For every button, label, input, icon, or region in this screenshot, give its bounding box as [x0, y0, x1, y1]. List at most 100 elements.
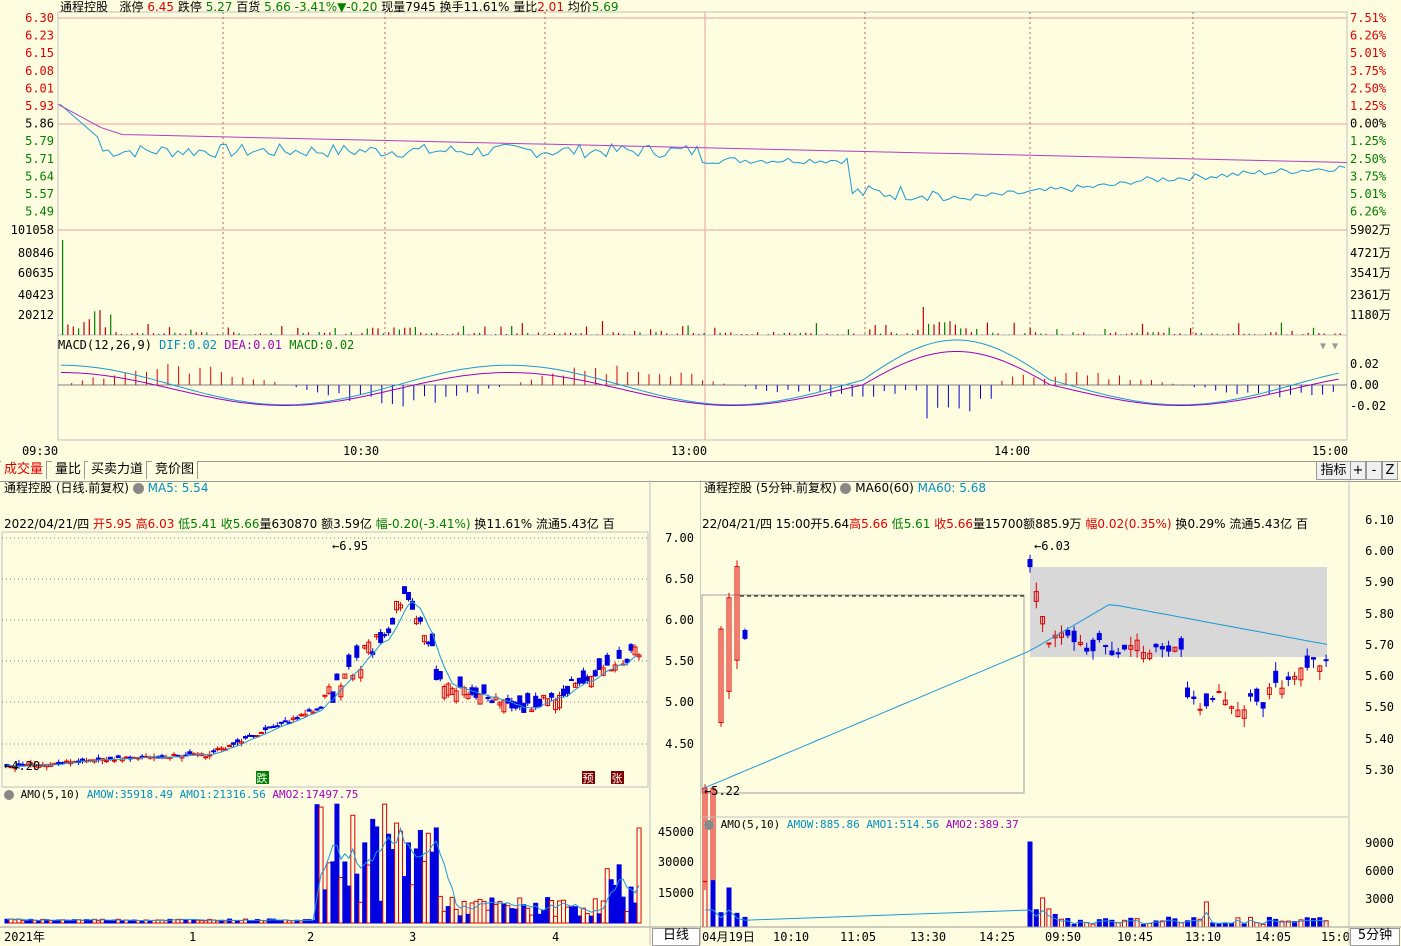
volume-bar	[794, 334, 795, 335]
volume-bar	[789, 333, 790, 335]
zoom-in-button[interactable]: +	[1350, 461, 1366, 480]
pct-tick-label: 7.51%	[1350, 11, 1387, 25]
volume-bar	[474, 333, 475, 335]
fm-amo-bar	[1028, 842, 1032, 927]
intraday-chart[interactable]: 6.307.51%6.236.26%6.155.01%6.083.75%6.01…	[0, 0, 1401, 460]
zoom-out-button[interactable]: -	[1366, 461, 1382, 480]
ma60-toggle-icon[interactable]	[840, 483, 851, 494]
fm-amo-bar	[1192, 918, 1196, 927]
volume-bar	[1153, 332, 1154, 335]
fm-amo-bar	[727, 888, 731, 927]
amo-bar	[510, 909, 514, 923]
candlestick	[1324, 660, 1328, 661]
fm-x-tick: 10:10	[773, 930, 809, 944]
amo-bar	[442, 911, 446, 923]
reset-zoom-button[interactable]: Z	[1382, 461, 1398, 480]
amo-bar	[585, 914, 589, 923]
amo-bar	[224, 921, 228, 923]
candlestick	[1104, 645, 1108, 646]
turnover-label: 换手	[440, 0, 464, 14]
candlestick	[228, 746, 232, 747]
tab-auction[interactable]: 竞价图	[152, 461, 198, 479]
volume-bar	[1142, 324, 1143, 335]
ma5-label: MA5:	[148, 481, 178, 495]
pct-tick-label: 5.01%	[1350, 187, 1387, 201]
amo-bar	[323, 890, 327, 923]
ma60-label: MA60(60)	[855, 481, 913, 495]
fm-amo-bar	[1066, 919, 1070, 927]
volume-bar	[1243, 334, 1244, 335]
gap-box	[702, 595, 1024, 793]
volume-bar	[682, 326, 683, 335]
fm-high-value: 5.66	[861, 517, 888, 531]
ma-toggle-icon[interactable]	[133, 483, 144, 494]
five-minute-kline-chart[interactable]: 6.106.005.905.805.705.605.505.405.30←6.0…	[700, 480, 1401, 945]
candlestick	[1085, 648, 1089, 651]
volume-bar	[554, 333, 555, 335]
amo-bar	[140, 921, 144, 923]
candlestick	[116, 756, 120, 758]
daily-price-tick: 4.50	[665, 737, 694, 751]
volume-bar	[126, 335, 127, 336]
tab-volume[interactable]: 成交量	[1, 461, 47, 479]
volume-bar	[976, 329, 977, 335]
amo-bar	[53, 921, 57, 923]
volume-bar	[597, 334, 598, 335]
tab-volume-ratio[interactable]: 量比	[52, 461, 85, 479]
volume-bar	[869, 329, 870, 335]
fm-high-label: 高	[849, 517, 861, 531]
fm-x-tick: 15:0	[1321, 930, 1350, 944]
fm-amo-toggle-icon[interactable]	[704, 820, 714, 830]
volume-bar	[463, 326, 464, 335]
amo-bar	[188, 920, 192, 923]
volume-bar	[361, 333, 362, 335]
amo-toggle-icon[interactable]	[4, 790, 14, 800]
candlestick	[96, 758, 100, 759]
amo-bar	[414, 849, 418, 923]
fivemin-period-button[interactable]: 5分钟	[1350, 928, 1400, 946]
amo-bar	[331, 862, 335, 923]
ma60-name: MA60:	[918, 481, 956, 495]
amo-bar	[605, 869, 609, 923]
ma60-value: 5.68	[959, 481, 986, 495]
indicator-button[interactable]: 指标	[1316, 461, 1351, 480]
amo-bar	[25, 921, 29, 923]
volume-bar	[1195, 333, 1196, 335]
daily-period-button[interactable]: 日线	[652, 928, 700, 946]
tab-buy-sell-power[interactable]: 买卖力道	[88, 461, 147, 479]
fm-open-label: 开	[810, 517, 822, 531]
fm-amo-bar	[1034, 910, 1038, 927]
price-tick-label: 5.86	[25, 117, 54, 131]
fm-amo-bar	[719, 913, 723, 927]
price-tick-label: 6.30	[25, 11, 54, 25]
volume-bar	[442, 334, 443, 335]
volume-bar	[1126, 334, 1127, 335]
volume-bar	[319, 332, 320, 335]
pct-tick-label: 6.26%	[1350, 29, 1387, 43]
candlestick	[538, 699, 542, 706]
candlestick	[112, 760, 116, 761]
amo-bar	[625, 912, 629, 923]
fm-amo-label: AMO(5,10)	[721, 818, 781, 831]
candlestick	[1192, 697, 1196, 698]
fivemin-amo-tick: 6000	[1365, 864, 1394, 878]
volume-bar	[393, 328, 394, 336]
candlestick	[1160, 647, 1164, 649]
amo-bar	[204, 921, 208, 923]
macd-tick-label: -0.02	[1350, 399, 1386, 413]
volume-bar	[420, 333, 421, 336]
volume-bar	[720, 333, 721, 335]
volume-bar	[1147, 332, 1148, 335]
volume-bar	[201, 332, 202, 335]
candlestick	[379, 633, 383, 643]
volume-bar	[971, 332, 972, 335]
amo-bar	[637, 828, 641, 923]
candlestick	[1167, 646, 1171, 651]
low-label: 低	[178, 517, 190, 531]
collapse-icon[interactable]: ▼ ▼	[1320, 340, 1338, 354]
fivemin-price-tick: 6.00	[1365, 544, 1394, 558]
daily-kline-chart[interactable]: 7.006.506.005.505.004.50←6.95←4.20跌预张450…	[0, 480, 700, 945]
volume-bar	[677, 334, 678, 335]
candlestick	[569, 680, 573, 681]
amo-bar	[470, 903, 474, 923]
